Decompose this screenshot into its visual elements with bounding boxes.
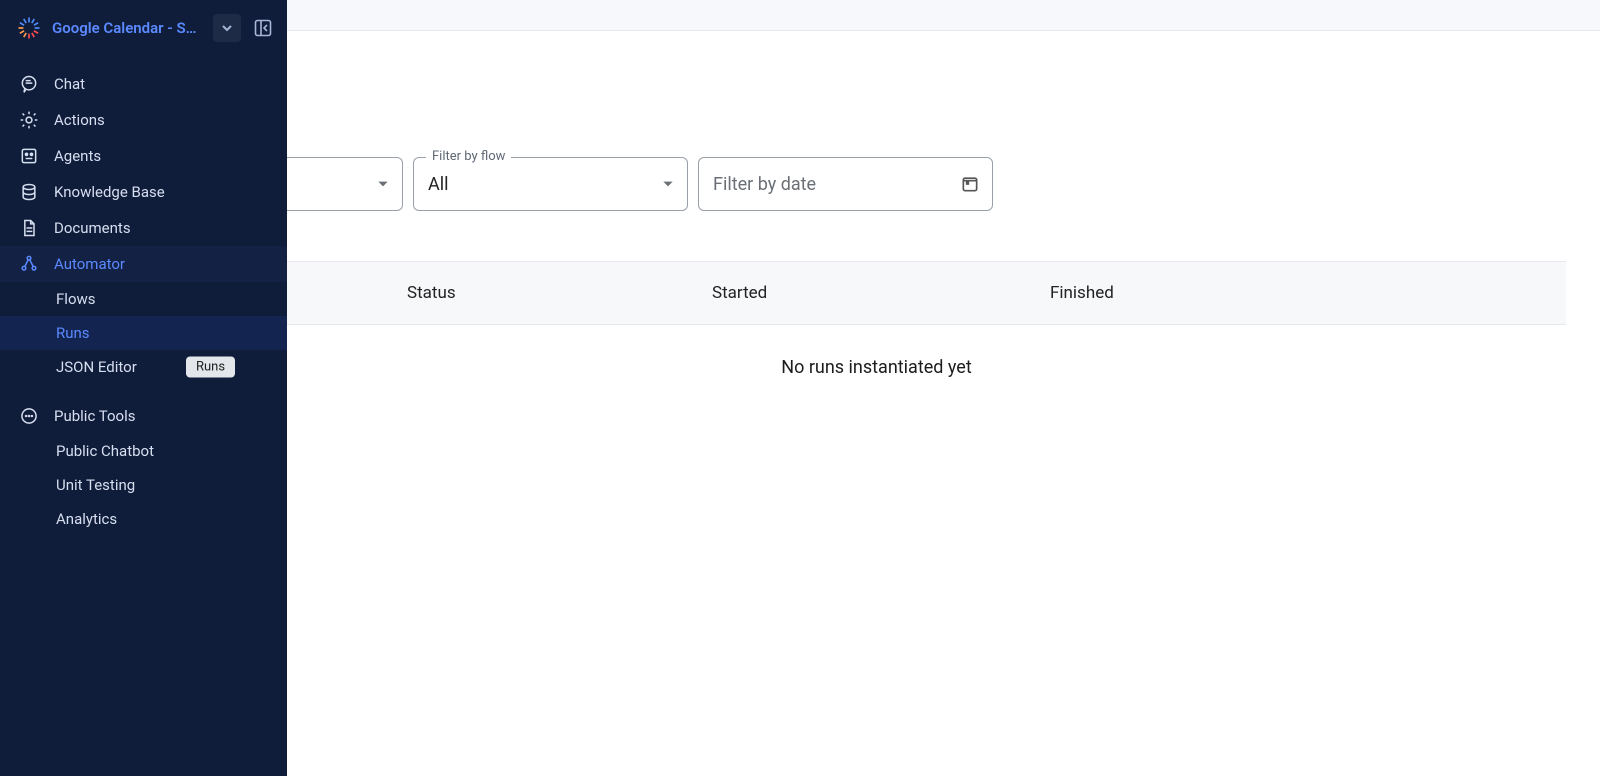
- nav-analytics-label: Analytics: [56, 510, 117, 528]
- sidebar-nav: Chat Actions Agents Knowledge Base Docum: [0, 56, 287, 536]
- nav-runs-label: Runs: [56, 324, 90, 342]
- column-finished: Finished: [1050, 283, 1350, 303]
- nav-actions-label: Actions: [54, 111, 105, 129]
- document-icon: [18, 217, 40, 239]
- nav-analytics[interactable]: Analytics: [0, 502, 287, 536]
- filter-flow-value: All: [428, 174, 449, 195]
- nav-public-chatbot[interactable]: Public Chatbot: [0, 434, 287, 468]
- nav-flows-label: Flows: [56, 290, 96, 308]
- chevron-down-icon: [376, 177, 390, 191]
- public-tools-icon: [18, 405, 40, 427]
- column-status: Status: [407, 283, 712, 303]
- table-header: Status Started Finished: [187, 261, 1566, 325]
- filter-flow-label: Filter by flow: [426, 149, 511, 164]
- runs-table: Status Started Finished No runs instanti…: [187, 261, 1566, 378]
- nav-automator-label: Automator: [54, 255, 125, 273]
- calendar-icon: [960, 174, 980, 194]
- empty-state-message: No runs instantiated yet: [187, 325, 1566, 378]
- filter-by-flow-select[interactable]: Filter by flow All: [413, 157, 688, 211]
- nav-runs[interactable]: Runs: [0, 316, 287, 350]
- nav-unit-testing[interactable]: Unit Testing: [0, 468, 287, 502]
- column-started: Started: [712, 283, 1050, 303]
- nav-actions[interactable]: Actions: [0, 102, 287, 138]
- nav-unit-label: Unit Testing: [56, 476, 135, 494]
- filter-row: Filter by flow All Filter by date: [187, 157, 993, 211]
- nav-documents[interactable]: Documents: [0, 210, 287, 246]
- nav-chatbot-label: Public Chatbot: [56, 442, 154, 460]
- gear-icon: [18, 109, 40, 131]
- automator-icon: [18, 253, 40, 275]
- nav-flows[interactable]: Flows: [0, 282, 287, 316]
- nav-chat[interactable]: Chat: [0, 66, 287, 102]
- nav-public-tools-label: Public Tools: [54, 407, 135, 425]
- nav-json-label: JSON Editor: [56, 358, 137, 376]
- nav-json-editor[interactable]: JSON Editor Runs: [0, 350, 287, 384]
- collapse-sidebar-button[interactable]: [249, 14, 277, 42]
- chevron-down-icon: [661, 177, 675, 191]
- sidebar-header: Google Calendar - S…: [0, 0, 287, 56]
- nav-public-tools[interactable]: Public Tools: [0, 398, 287, 434]
- panel-collapse-icon: [253, 18, 273, 38]
- nav-automator[interactable]: Automator: [0, 246, 287, 282]
- database-icon: [18, 181, 40, 203]
- top-bar: [287, 0, 1600, 31]
- project-dropdown-button[interactable]: [213, 14, 241, 42]
- nav-chat-label: Chat: [54, 75, 85, 93]
- agents-icon: [18, 145, 40, 167]
- tooltip-runs: Runs: [186, 357, 235, 378]
- project-title[interactable]: Google Calendar - S…: [52, 19, 205, 37]
- content-area: Filter by flow All Filter by date Status…: [287, 31, 1600, 776]
- sidebar: Google Calendar - S… Chat Actions: [0, 0, 287, 776]
- filter-date-placeholder: Filter by date: [713, 174, 816, 195]
- nav-knowledge-label: Knowledge Base: [54, 183, 165, 201]
- nav-documents-label: Documents: [54, 219, 131, 237]
- filter-by-date-input[interactable]: Filter by date: [698, 157, 993, 211]
- app-logo: [14, 13, 44, 43]
- main-area: Filter by flow All Filter by date Status…: [287, 0, 1600, 776]
- chat-icon: [18, 73, 40, 95]
- nav-agents[interactable]: Agents: [0, 138, 287, 174]
- nav-agents-label: Agents: [54, 147, 101, 165]
- caret-down-icon: [221, 22, 233, 34]
- nav-knowledge-base[interactable]: Knowledge Base: [0, 174, 287, 210]
